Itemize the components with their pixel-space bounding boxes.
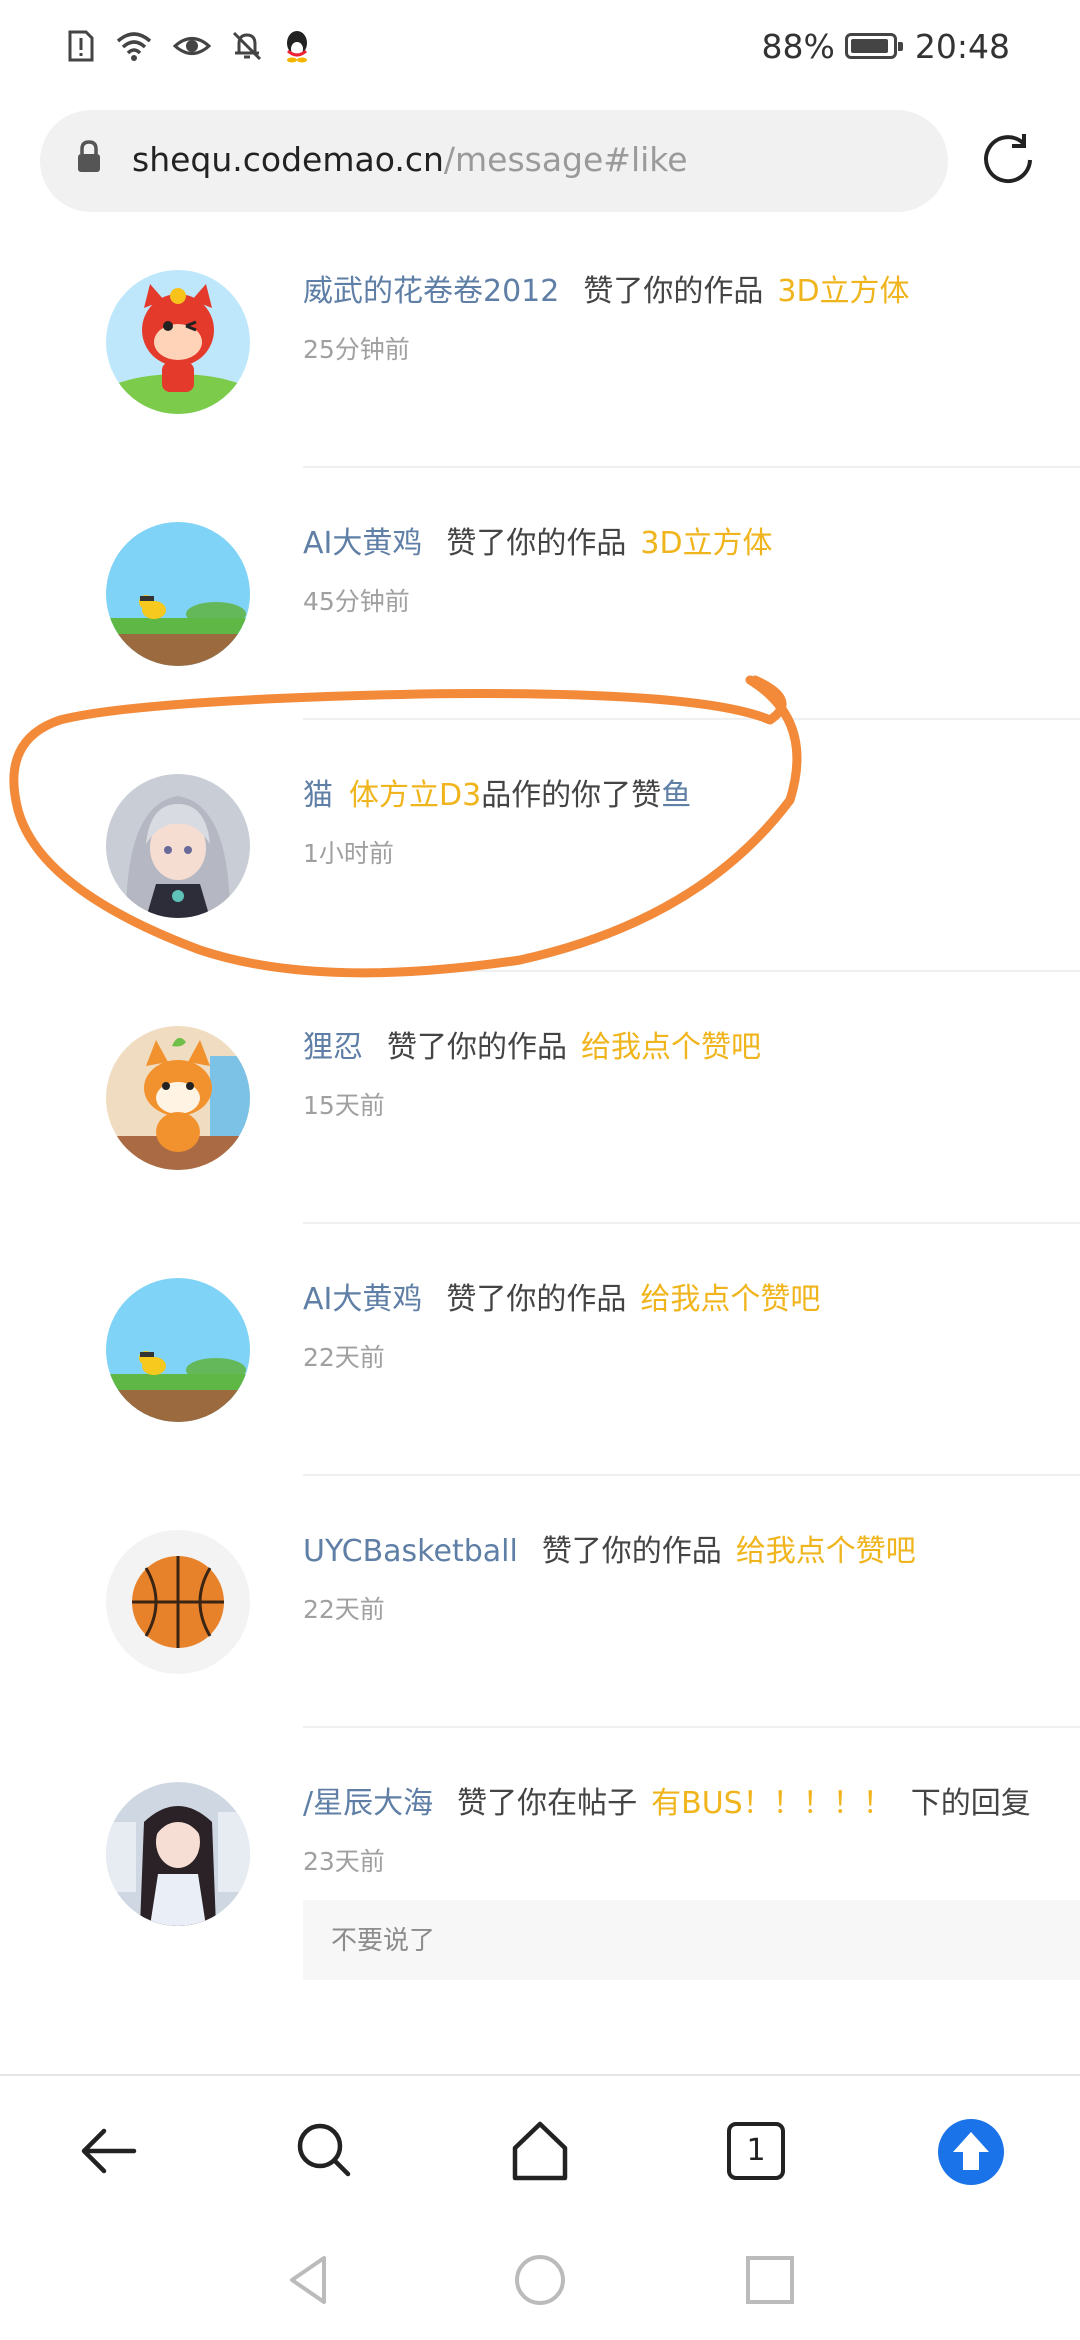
- avatar[interactable]: [106, 1278, 250, 1422]
- username-link[interactable]: 威武的花卷卷2012: [303, 274, 559, 309]
- nav-back-icon[interactable]: [280, 2250, 340, 2310]
- home-icon[interactable]: [505, 2116, 575, 2186]
- username-link[interactable]: UYCBasketball: [303, 1534, 518, 1569]
- message-line: /星辰大海 赞了你在帖子 有BUS！！！！！ 下的回复: [303, 1782, 1031, 1826]
- back-arrow-icon[interactable]: [74, 2116, 144, 2186]
- timestamp: 25分钟前: [303, 335, 410, 364]
- search-icon[interactable]: [290, 2116, 360, 2186]
- url-text[interactable]: shequ.codemao.cn/message#like: [132, 136, 688, 184]
- action-text: 赞了你的作品: [541, 1534, 722, 1569]
- nav-recents-icon[interactable]: [740, 2250, 800, 2310]
- lock-icon: [78, 140, 100, 172]
- status-right: 88% 20:48: [762, 22, 1010, 70]
- tab-count: 1: [727, 2122, 785, 2180]
- action-text: 赞了你的作品: [446, 1282, 627, 1317]
- divider: [303, 1222, 1080, 1224]
- timestamp: 15天前: [303, 1091, 385, 1120]
- avatar[interactable]: [106, 522, 250, 666]
- url-path: /message#like: [443, 140, 688, 179]
- battery-percent: 88%: [761, 26, 835, 66]
- browser-toolbar: 1: [0, 2074, 1080, 2228]
- divider: [303, 1474, 1080, 1476]
- list-item: 狸忍 赞了你的作品 给我点个赞吧 15天前: [0, 986, 1080, 1226]
- address-bar[interactable]: shequ.codemao.cn/message#like: [40, 110, 948, 212]
- status-icons: [66, 22, 312, 70]
- reload-icon[interactable]: [978, 130, 1038, 190]
- message-line: AI大黄鸡 赞了你的作品 3D立方体: [303, 522, 773, 566]
- message-line: AI大黄鸡 赞了你的作品 给我点个赞吧: [303, 1278, 820, 1322]
- action-suffix: 下的回复: [910, 1786, 1031, 1821]
- url-host: shequ.codemao.cn: [132, 140, 444, 179]
- username-link[interactable]: AI大黄鸡: [303, 526, 422, 561]
- tabs-icon[interactable]: 1: [721, 2116, 791, 2186]
- action-text: 赞了你在帖子: [457, 1786, 638, 1821]
- qq-penguin-icon: [287, 31, 307, 63]
- list-item: 威武的花卷卷2012 赞了你的作品 3D立方体 25分钟前: [0, 230, 1080, 470]
- divider: [303, 1726, 1080, 1728]
- wifi-icon: [116, 32, 152, 61]
- bell-off-icon: [232, 31, 262, 61]
- reply-quote[interactable]: 不要说了: [303, 1900, 1080, 1980]
- message-line: 威武的花卷卷2012 赞了你的作品 3D立方体: [303, 270, 910, 314]
- action-text: 赞了你的作品: [387, 1030, 567, 1065]
- work-link[interactable]: 3D立方体: [777, 274, 909, 309]
- work-link[interactable]: 给我点个赞吧: [581, 1030, 761, 1065]
- system-navigation-bar: [0, 2226, 1080, 2340]
- list-item: UYCBasketball 赞了你的作品 给我点个赞吧 22天前: [0, 1490, 1080, 1730]
- avatar[interactable]: [106, 1530, 250, 1674]
- action-text: 赞了你的作品: [446, 526, 627, 561]
- username-link[interactable]: /星辰大海: [303, 1786, 433, 1821]
- timestamp: 23天前: [303, 1847, 385, 1876]
- sim-alert-icon: [68, 30, 94, 62]
- clock: 20:48: [914, 26, 1010, 66]
- eye-icon: [172, 37, 212, 55]
- nav-home-icon[interactable]: [510, 2250, 570, 2310]
- list-item: /星辰大海 赞了你在帖子 有BUS！！！！！ 下的回复 23天前 不要说了: [0, 1742, 1080, 2042]
- timestamp: 22天前: [303, 1343, 385, 1372]
- divider: [303, 466, 1080, 468]
- status-bar: 88% 20:48: [0, 0, 1080, 92]
- post-link[interactable]: 有BUS！！！！！: [651, 1786, 893, 1821]
- upload-icon[interactable]: [935, 2116, 1007, 2188]
- message-line: UYCBasketball 赞了你的作品 给我点个赞吧: [303, 1530, 916, 1574]
- message-line: 狸忍 赞了你的作品 给我点个赞吧: [303, 1026, 761, 1070]
- work-link[interactable]: 3D立方体: [640, 526, 772, 561]
- list-item: AI大黄鸡 赞了你的作品 给我点个赞吧 22天前: [0, 1238, 1080, 1478]
- timestamp: 22天前: [303, 1595, 385, 1624]
- username-link[interactable]: AI大黄鸡: [303, 1282, 422, 1317]
- work-link[interactable]: 给我点个赞吧: [736, 1534, 916, 1569]
- avatar[interactable]: [106, 1026, 250, 1170]
- battery-icon: [844, 33, 903, 59]
- action-text: 赞了你的作品: [583, 274, 764, 309]
- reply-text: 不要说了: [331, 1926, 436, 1956]
- avatar[interactable]: [106, 270, 250, 414]
- avatar[interactable]: [106, 1782, 250, 1926]
- hand-drawn-circle-annotation: [9, 675, 802, 978]
- timestamp: 45分钟前: [303, 587, 410, 616]
- username-link[interactable]: 狸忍: [303, 1030, 363, 1065]
- work-link[interactable]: 给我点个赞吧: [640, 1282, 820, 1317]
